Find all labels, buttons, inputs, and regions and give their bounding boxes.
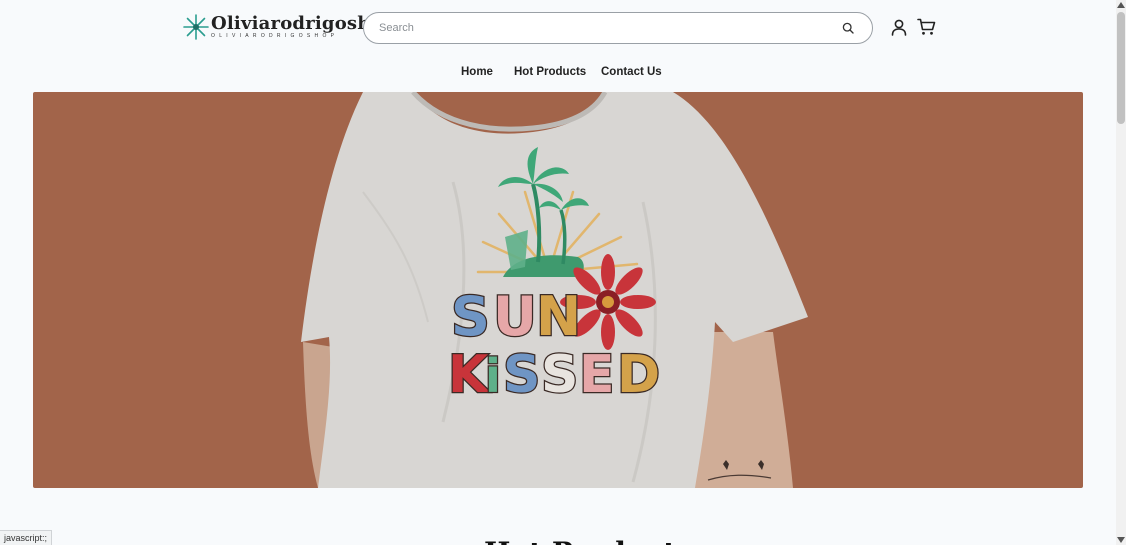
graphic-letter-e: E	[579, 345, 615, 405]
graphic-letter-i: i	[485, 349, 501, 403]
cart-icon[interactable]	[917, 18, 936, 36]
nav-item-contact-us[interactable]: Contact Us	[601, 66, 662, 78]
scroll-up-arrow-icon[interactable]	[1117, 2, 1125, 8]
graphic-letter-s2: S	[541, 345, 578, 405]
site-header: Oliviarodrigoshop OLIVIARODRIGOSHOP	[0, 0, 1116, 60]
user-icon[interactable]	[891, 19, 907, 36]
nav-item-home[interactable]: Home	[461, 66, 493, 78]
scroll-down-arrow-icon[interactable]	[1117, 537, 1125, 543]
nav-item-hot-products[interactable]: Hot Products	[514, 66, 586, 78]
scrollbar-thumb[interactable]	[1117, 12, 1125, 124]
search-icon[interactable]	[842, 22, 854, 34]
search-bar	[363, 12, 873, 44]
scrollbar[interactable]	[1116, 0, 1126, 545]
graphic-letter-s1: S	[503, 345, 540, 405]
hero-tshirt-image: S U N K i S S E D	[301, 92, 808, 488]
graphic-letter-d: D	[617, 345, 660, 405]
main-nav: Home Hot Products Contact Us	[0, 66, 1116, 82]
graphic-letter-s: S	[451, 285, 490, 348]
graphic-letter-u: U	[493, 285, 537, 348]
graphic-letter-k: K	[448, 345, 490, 405]
teal-starburst-icon	[183, 14, 209, 40]
hero-banner[interactable]: S U N K i S S E D	[33, 92, 1083, 488]
graphic-letter-n: N	[536, 285, 581, 348]
search-input[interactable]	[379, 13, 829, 42]
status-bar: javascript:;	[0, 530, 53, 545]
section-title: Hot Products	[484, 536, 692, 545]
